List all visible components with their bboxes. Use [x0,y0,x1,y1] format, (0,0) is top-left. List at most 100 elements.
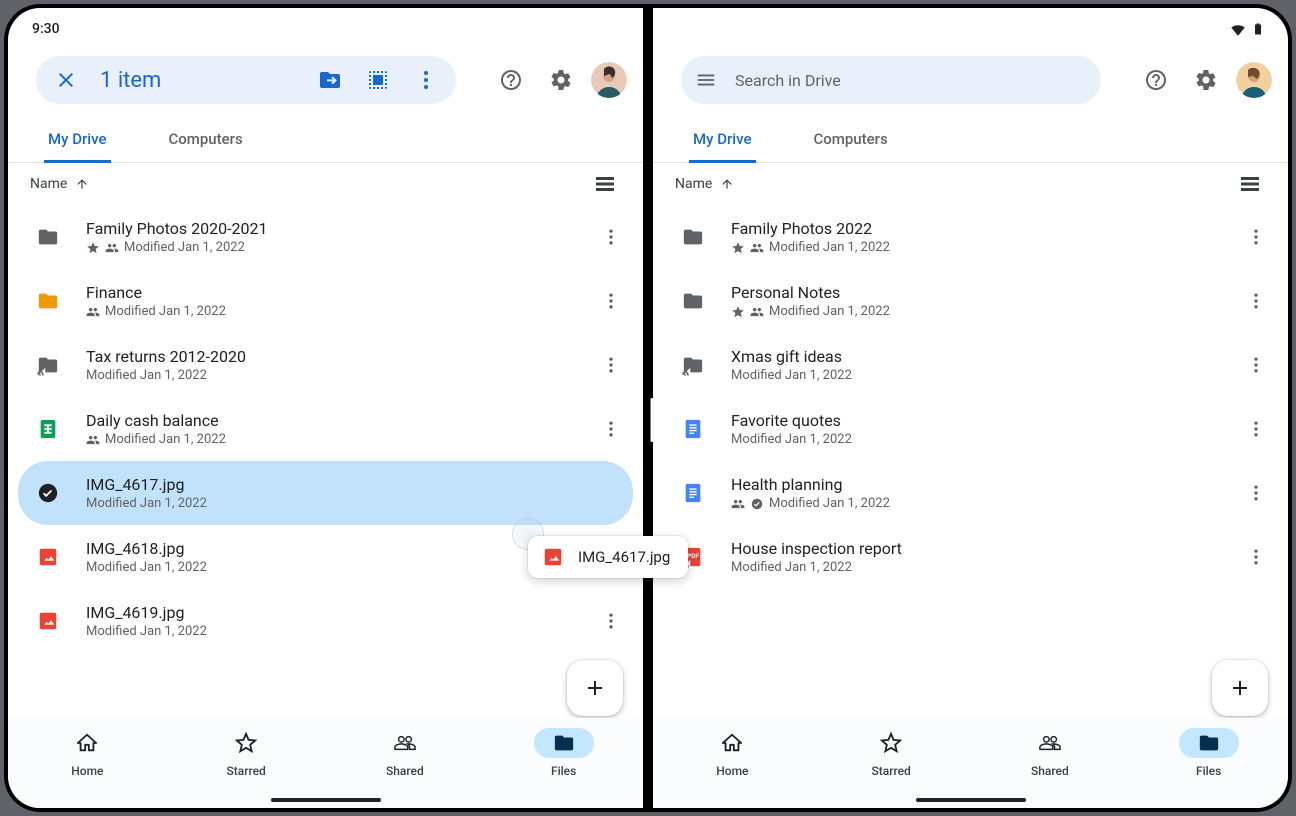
tab-my-drive[interactable]: My Drive [44,130,111,163]
nav-label: Shared [386,764,424,778]
tab-computers[interactable]: Computers [165,130,247,162]
item-more-button[interactable] [593,347,629,383]
file-meta: Modified Jan 1, 2022 [86,432,593,447]
folder-shortcut-icon [673,345,713,385]
nav-files[interactable]: Files [484,728,643,808]
status-time: 9:30 [32,21,60,37]
nav-starred[interactable]: Starred [167,728,326,808]
file-name: House inspection report [731,539,1238,559]
nav-label: Shared [1031,764,1069,778]
item-more-button[interactable] [1238,539,1274,575]
file-name: Family Photos 2022 [731,219,1238,239]
docs-icon [673,473,713,513]
item-more-button[interactable] [1238,411,1274,447]
nav-shared[interactable]: Shared [326,728,485,808]
nav-home[interactable]: Home [8,728,167,808]
nav-shared[interactable]: Shared [971,728,1130,808]
gesture-bar[interactable] [916,798,1026,802]
list-item[interactable]: Family Photos 2022 Modified Jan 1, 2022 [653,205,1288,269]
nav-label: Home [71,764,103,778]
file-list: Family Photos 2022 Modified Jan 1, 2022 … [653,205,1288,589]
file-meta: Modified Jan 1, 2022 [731,560,1238,575]
item-more-button[interactable] [1238,219,1274,255]
account-avatar[interactable] [1236,62,1272,98]
select-all-button[interactable] [358,60,398,100]
file-meta: Modified Jan 1, 2022 [86,560,593,575]
nav-label: Starred [226,764,265,778]
list-item[interactable]: House inspection report Modified Jan 1, … [653,525,1288,589]
folder-gray-icon [28,217,68,257]
nav-label: Home [716,764,748,778]
split-divider-handle[interactable] [651,398,654,442]
folder-orange-icon [28,281,68,321]
nav-home[interactable]: Home [653,728,812,808]
item-more-button[interactable] [1238,347,1274,383]
tab-my-drive[interactable]: My Drive [689,130,756,163]
item-more-button[interactable] [1238,475,1274,511]
file-meta: Modified Jan 1, 2022 [731,432,1238,447]
nav-label: Files [551,764,576,778]
battery-icon [1252,20,1264,38]
tab-computers[interactable]: Computers [810,130,892,162]
file-name: Family Photos 2020-2021 [86,219,593,239]
move-to-button[interactable] [310,60,350,100]
list-item[interactable]: Xmas gift ideas Modified Jan 1, 2022 [653,333,1288,397]
file-name: Favorite quotes [731,411,1238,431]
item-more-button[interactable] [1238,283,1274,319]
file-name: Personal Notes [731,283,1238,303]
item-more-button[interactable] [593,411,629,447]
view-toggle-button[interactable] [585,164,625,204]
sort-label[interactable]: Name [675,176,712,192]
drag-preview-name: IMG_4617.jpg [578,548,670,566]
file-meta: Modified Jan 1, 2022 [731,496,1238,511]
menu-icon[interactable] [695,69,717,91]
sort-label[interactable]: Name [30,176,67,192]
list-item[interactable]: IMG_4619.jpg Modified Jan 1, 2022 [8,589,643,653]
settings-button[interactable] [1186,60,1226,100]
search-bar[interactable]: Search in Drive [681,56,1101,104]
item-more-button[interactable] [593,603,629,639]
list-item[interactable]: Tax returns 2012-2020 Modified Jan 1, 20… [8,333,643,397]
tabs: My Drive Computers [653,112,1288,163]
check-icon [28,473,68,513]
sort-arrow-icon[interactable] [720,177,734,191]
drag-preview-chip: IMG_4617.jpg [528,536,688,578]
list-item[interactable]: Daily cash balance Modified Jan 1, 2022 [8,397,643,461]
settings-button[interactable] [541,60,581,100]
fab-new[interactable] [1212,660,1268,716]
file-meta: Modified Jan 1, 2022 [86,368,593,383]
bottom-nav: Home Starred Shared Files [653,718,1288,808]
list-item[interactable]: Finance Modified Jan 1, 2022 [8,269,643,333]
file-name: IMG_4619.jpg [86,603,593,623]
list-item[interactable]: IMG_4617.jpg Modified Jan 1, 2022 [18,461,633,525]
view-toggle-button[interactable] [1230,164,1270,204]
folder-shortcut-icon [28,345,68,385]
selection-bar: 1 item [36,56,456,104]
bottom-nav: Home Starred Shared Files [8,718,643,808]
list-item[interactable]: Family Photos 2020-2021 Modified Jan 1, … [8,205,643,269]
file-name: Daily cash balance [86,411,593,431]
file-name: Xmas gift ideas [731,347,1238,367]
account-avatar[interactable] [591,62,627,98]
list-item[interactable]: Personal Notes Modified Jan 1, 2022 [653,269,1288,333]
nav-files[interactable]: Files [1129,728,1288,808]
fab-new[interactable] [567,660,623,716]
right-pane: Search in Drive My Drive Computers Name … [653,8,1288,808]
item-more-button[interactable] [593,283,629,319]
help-button[interactable] [1136,60,1176,100]
item-more-button[interactable] [593,219,629,255]
list-item[interactable]: Favorite quotes Modified Jan 1, 2022 [653,397,1288,461]
file-meta: Modified Jan 1, 2022 [86,240,593,255]
file-meta: Modified Jan 1, 2022 [86,304,593,319]
file-meta: Modified Jan 1, 2022 [86,496,629,511]
close-selection-button[interactable] [46,60,86,100]
gesture-bar[interactable] [271,798,381,802]
nav-starred[interactable]: Starred [812,728,971,808]
help-button[interactable] [491,60,531,100]
list-item[interactable]: Health planning Modified Jan 1, 2022 [653,461,1288,525]
selection-more-button[interactable] [406,60,446,100]
sort-arrow-icon[interactable] [75,177,89,191]
file-meta: Modified Jan 1, 2022 [731,240,1238,255]
file-name: IMG_4617.jpg [86,475,629,495]
docs-icon [673,409,713,449]
